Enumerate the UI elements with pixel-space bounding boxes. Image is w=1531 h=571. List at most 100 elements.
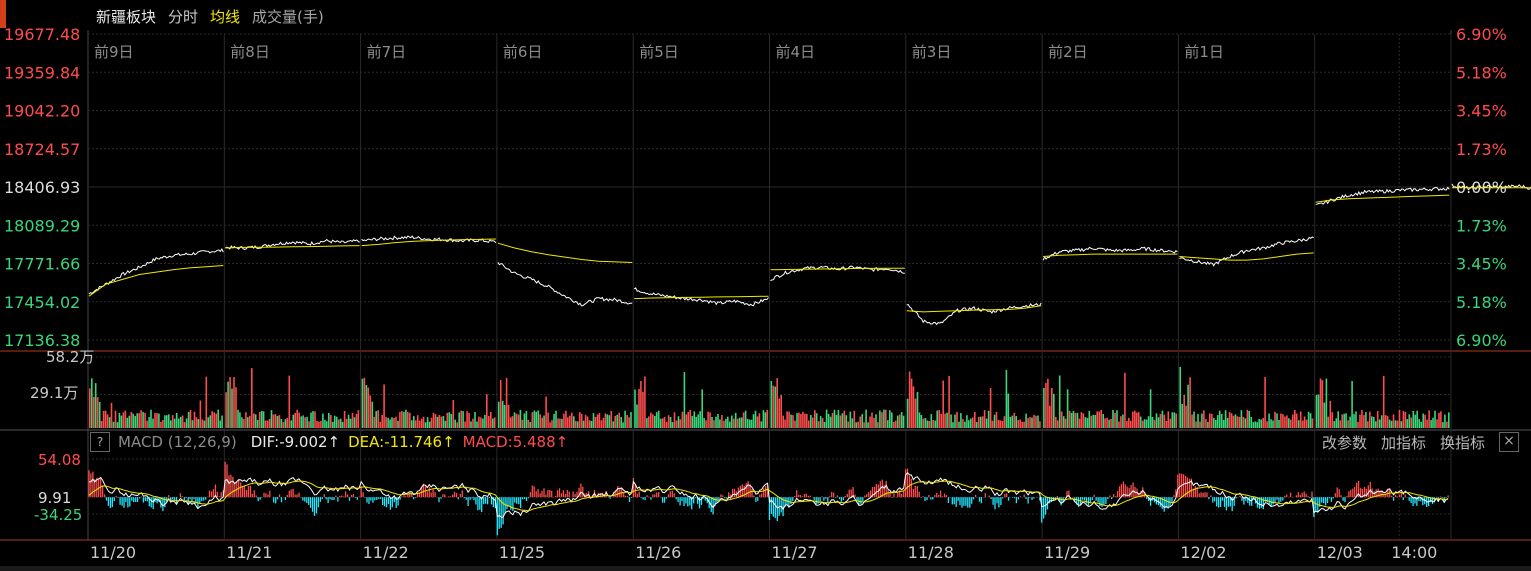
- tab-avg-line[interactable]: 均线: [210, 6, 240, 28]
- volume-bar: [333, 415, 336, 428]
- tab-sector[interactable]: 新疆板块: [96, 6, 156, 28]
- switch-indicator-button[interactable]: 换指标: [1440, 432, 1485, 453]
- close-icon[interactable]: ×: [1499, 432, 1519, 452]
- change-params-button[interactable]: 改参数: [1322, 432, 1367, 453]
- volume-bar: [697, 414, 699, 428]
- volume-bar: [1051, 388, 1053, 428]
- volume-bar: [282, 422, 285, 428]
- volume-bar: [889, 410, 891, 428]
- volume-bar: [770, 381, 773, 428]
- volume-bar: [286, 417, 289, 428]
- volume-bar: [1155, 413, 1158, 428]
- volume-bar: [493, 417, 496, 428]
- volume-tick-label: 29.1万: [30, 384, 78, 402]
- volume-bar: [284, 419, 287, 428]
- volume-bar: [1226, 417, 1229, 428]
- volume-bar: [748, 419, 751, 428]
- volume-bar: [1207, 421, 1209, 428]
- volume-bar: [351, 412, 354, 428]
- volume-bar: [1262, 418, 1264, 428]
- volume-bar: [736, 418, 739, 428]
- volume-bar: [472, 418, 474, 428]
- volume-bar: [859, 416, 861, 428]
- volume-bar: [576, 421, 579, 428]
- intraday-chart[interactable]: 19677.48 6.90% 19359.84 5.18% 19042.20 3.45% 1…: [0, 0, 1531, 571]
- volume-bar: [934, 420, 937, 428]
- volume-bar: [553, 413, 555, 428]
- volume-bar: [1197, 413, 1199, 428]
- volume-bar: [1179, 366, 1181, 428]
- volume-bar: [1033, 414, 1035, 428]
- volume-bar: [106, 414, 109, 428]
- pct-tick-label: 5.18%: [1456, 293, 1507, 312]
- volume-bar: [624, 410, 626, 428]
- volume-bar: [1191, 414, 1193, 428]
- volume-bar: [1339, 420, 1341, 428]
- volume-bar: [932, 420, 935, 428]
- date-label: 14:00: [1391, 543, 1437, 562]
- volume-bar: [93, 397, 95, 428]
- volume-bar: [1183, 394, 1185, 428]
- volume-bar: [1299, 411, 1302, 428]
- volume-bar: [1234, 414, 1237, 428]
- volume-bar: [908, 371, 911, 428]
- volume-bar: [1232, 415, 1235, 428]
- volume-bar: [183, 422, 186, 428]
- volume-bar: [191, 420, 194, 428]
- date-label: 11/20: [90, 543, 136, 562]
- volume-bar: [691, 415, 694, 428]
- tab-volume[interactable]: 成交量(手): [252, 6, 324, 28]
- volume-bar: [1027, 418, 1029, 428]
- volume-bar: [896, 415, 899, 428]
- volume-bar: [750, 419, 753, 428]
- volume-bar: [928, 421, 931, 428]
- volume-bar: [175, 413, 178, 428]
- volume-bar: [264, 420, 267, 428]
- volume-bar: [1369, 411, 1371, 428]
- volume-bar: [300, 416, 302, 428]
- volume-bar: [701, 389, 703, 428]
- volume-bar: [207, 417, 210, 428]
- date-label: 11/22: [363, 543, 409, 562]
- volume-bar: [531, 412, 534, 428]
- volume-bar: [871, 412, 873, 428]
- volume-bar: [120, 415, 123, 428]
- volume-bar: [657, 410, 660, 428]
- volume-bar: [574, 420, 577, 428]
- add-indicator-button[interactable]: 加指标: [1381, 432, 1426, 453]
- volume-bar: [1416, 410, 1418, 428]
- day-label: 前2日: [1048, 43, 1088, 61]
- volume-bar: [681, 411, 684, 428]
- volume-bar: [1349, 416, 1351, 428]
- volume-bar: [197, 419, 200, 428]
- volume-bar: [849, 411, 852, 428]
- tab-intraday[interactable]: 分时: [168, 6, 198, 28]
- volume-bar: [1250, 416, 1253, 428]
- volume-bar: [975, 422, 978, 428]
- volume-bar: [567, 417, 569, 428]
- volume-bar: [130, 411, 133, 428]
- volume-bar: [1017, 420, 1019, 428]
- volume-bar: [126, 417, 129, 428]
- volume-bar: [1258, 419, 1260, 428]
- volume-bar: [1224, 410, 1227, 428]
- volume-bar: [760, 421, 763, 428]
- volume-bar: [950, 414, 952, 428]
- volume-bar: [1371, 416, 1373, 428]
- volume-bar: [409, 412, 411, 428]
- volume-bar: [1276, 413, 1278, 428]
- volume-bar: [474, 411, 476, 428]
- volume-bar: [946, 412, 948, 428]
- volume-bar: [112, 421, 115, 428]
- volume-tick-label: 58.2万: [46, 348, 94, 366]
- help-button[interactable]: ?: [90, 432, 110, 452]
- volume-bar: [1295, 413, 1298, 428]
- volume-bar: [650, 412, 652, 428]
- volume-bar: [958, 421, 960, 428]
- volume-bar: [537, 410, 539, 428]
- dea-value: DEA:-11.746↑: [348, 433, 455, 451]
- volume-bar: [977, 416, 980, 428]
- volume-bar: [503, 405, 506, 428]
- volume-bar: [1141, 420, 1144, 428]
- volume-bar: [458, 412, 460, 428]
